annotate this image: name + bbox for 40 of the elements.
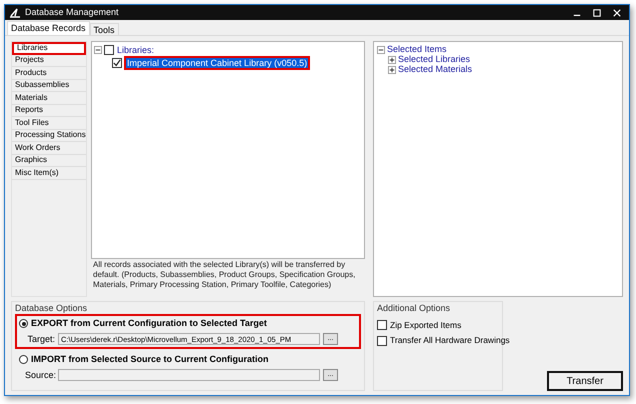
transfer-button[interactable]: Transfer: [547, 371, 623, 391]
app-logo-icon: [9, 8, 21, 18]
option-label: IMPORT from Selected Source to Current Configuration: [31, 353, 269, 366]
tab[interactable]: Tools: [90, 23, 119, 35]
path-field[interactable]: [58, 369, 320, 382]
sidebar-item[interactable]: Work Orders: [12, 142, 86, 154]
collapse-icon[interactable]: [94, 46, 102, 54]
radio-button[interactable]: [19, 355, 28, 364]
checkbox[interactable]: [377, 336, 387, 346]
option-label: EXPORT from Current Configuration to Selected Target: [31, 317, 267, 330]
sidebar-item[interactable]: Processing Stations: [12, 130, 86, 142]
close-icon[interactable]: [613, 8, 621, 16]
expand-icon[interactable]: [388, 56, 396, 64]
window-title: Database Management: [25, 6, 119, 19]
radio-button[interactable]: [19, 319, 28, 328]
sidebar-item[interactable]: Materials: [12, 92, 86, 104]
expand-icon[interactable]: [388, 66, 396, 74]
checkbox-label: Zip Exported Items: [390, 318, 462, 332]
sidebar-item[interactable]: Subassemblies: [12, 80, 86, 92]
field-label: Target:: [26, 332, 55, 346]
sidebar-item[interactable]: Libraries: [12, 42, 86, 54]
field-label: Source:: [25, 368, 55, 382]
sidebar-item[interactable]: Products: [12, 67, 86, 80]
checkbox[interactable]: [377, 320, 387, 330]
tree-item[interactable]: Imperial Component Cabinet Library (v050.5): [124, 56, 310, 70]
sidebar-item[interactable]: Graphics: [12, 154, 86, 167]
checkbox[interactable]: [112, 58, 122, 68]
group-title: Additional Options: [377, 302, 452, 315]
checkbox[interactable]: [104, 45, 114, 55]
sidebar-item[interactable]: Projects: [12, 54, 86, 67]
group-title: Database Options: [15, 302, 88, 314]
checkbox-label: Transfer All Hardware Drawings: [390, 334, 510, 347]
sidebar-item[interactable]: Reports: [12, 104, 86, 117]
sidebar-item[interactable]: Misc Item(s): [12, 167, 86, 180]
maximize-icon[interactable]: [593, 8, 601, 16]
sidebar-item[interactable]: Tool Files: [12, 117, 86, 130]
tab[interactable]: Database Records: [7, 21, 90, 35]
tree-item[interactable]: Libraries:: [116, 45, 156, 55]
collapse-icon[interactable]: [377, 46, 385, 54]
library-note: All records associated with the selected Library(s) will be transferred by default. (Products, Subassemblies, Product Groups, Specification Groups, Materials, Primary Processing Station, Primary Toolfile, Categories): [92, 259, 356, 290]
